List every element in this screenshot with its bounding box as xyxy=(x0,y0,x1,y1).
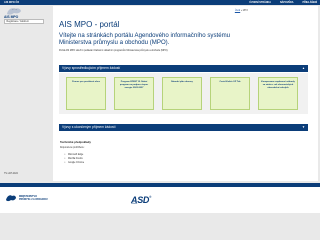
section-open-calls-header[interactable]: Výzvy sprostředkujícím příjmem žádostí ▲ xyxy=(59,65,308,72)
mpo-logo-text: MINISTERSTVO PRŮMYSLU A OBCHODU xyxy=(19,195,48,201)
browser-list: Microsoft Edge Mozilla Firefox Google Ch… xyxy=(64,153,84,165)
tile-call[interactable]: Covid Kultúr OP Tak xyxy=(210,77,250,110)
technical-title: Technické předpoklady xyxy=(60,140,91,144)
tile-call[interactable]: Národní plán obnovy xyxy=(162,77,202,110)
brand-name[interactable]: AIS MPO ČR xyxy=(4,0,19,5)
page-title: AIS MPO - portál xyxy=(59,20,120,29)
tile-call[interactable]: Program EFEKT III. Státní program na pod… xyxy=(114,77,154,110)
list-item: Google Chrome xyxy=(64,161,84,165)
breadcrumb-current: MPO xyxy=(242,10,248,12)
portal-description: Portál AIS MPO slouží k podávání žádostí… xyxy=(59,50,169,52)
nav-login-link[interactable]: PŘIHLÁŠENÍ xyxy=(303,0,317,5)
mpo-logo-icon[interactable] xyxy=(5,193,17,202)
sidebar-item-registration[interactable]: Registrace / založení xyxy=(4,19,44,24)
tile-label: Pomoc pro postižené obce xyxy=(72,81,100,83)
chevron-up-icon: ▲ xyxy=(302,66,305,70)
top-nav: ÚVODNÍ STRÁNKA NÁPOVĚDA PŘIHLÁŠENÍ xyxy=(249,0,317,5)
environment-label: TS-UAT-2022 xyxy=(4,173,18,175)
breadcrumb: Úvod » MPO xyxy=(235,10,248,12)
tiles-panel: Pomoc pro postižené obce Program EFEKT I… xyxy=(59,73,308,114)
chevron-down-icon: ▼ xyxy=(302,125,305,129)
tile-call[interactable]: Pomoc pro postižené obce xyxy=(66,77,106,110)
tile-label: Covid Kultúr OP Tak xyxy=(219,81,241,83)
tile-call[interactable]: Kompenzace zaplacené náhrady za ztrátu z… xyxy=(258,77,298,110)
technical-subtitle: Doporučené prohlížeče: xyxy=(60,147,85,149)
tile-label: Program EFEKT III. Státní program na pod… xyxy=(119,81,149,89)
section-closed-calls-title: Výzvy s ukončeným příjmem žádostí xyxy=(62,125,116,129)
nav-help-link[interactable]: NÁPOVĚDA xyxy=(280,0,294,5)
main-content: Úvod » MPO AIS MPO - portál Vítejte na s… xyxy=(53,6,318,181)
breadcrumb-home-link[interactable]: Úvod xyxy=(235,10,240,12)
footer: MINISTERSTVO PRŮMYSLU A OBCHODU ASD® Sof… xyxy=(0,187,320,213)
section-closed-calls-header[interactable]: Výzvy s ukončeným příjmem žádostí ▼ xyxy=(59,124,308,131)
asd-subtitle: Software xyxy=(131,204,138,205)
section-open-calls-title: Výzvy sprostředkujícím příjmem žádostí xyxy=(62,66,121,70)
mpo-line-2: PRŮMYSLU A OBCHODU xyxy=(19,198,48,201)
welcome-heading: Vítejte na stránkách portálu Agendového … xyxy=(59,32,231,46)
tile-label: Kompenzace zaplacené náhrady za ztrátu z… xyxy=(261,81,295,89)
tile-label: Národní plán obnovy xyxy=(171,81,193,83)
top-bar: AIS MPO ČR ÚVODNÍ STRÁNKA NÁPOVĚDA PŘIHL… xyxy=(0,0,320,5)
registered-mark: ® xyxy=(149,195,152,199)
nav-home-link[interactable]: ÚVODNÍ STRÁNKA xyxy=(249,0,271,5)
